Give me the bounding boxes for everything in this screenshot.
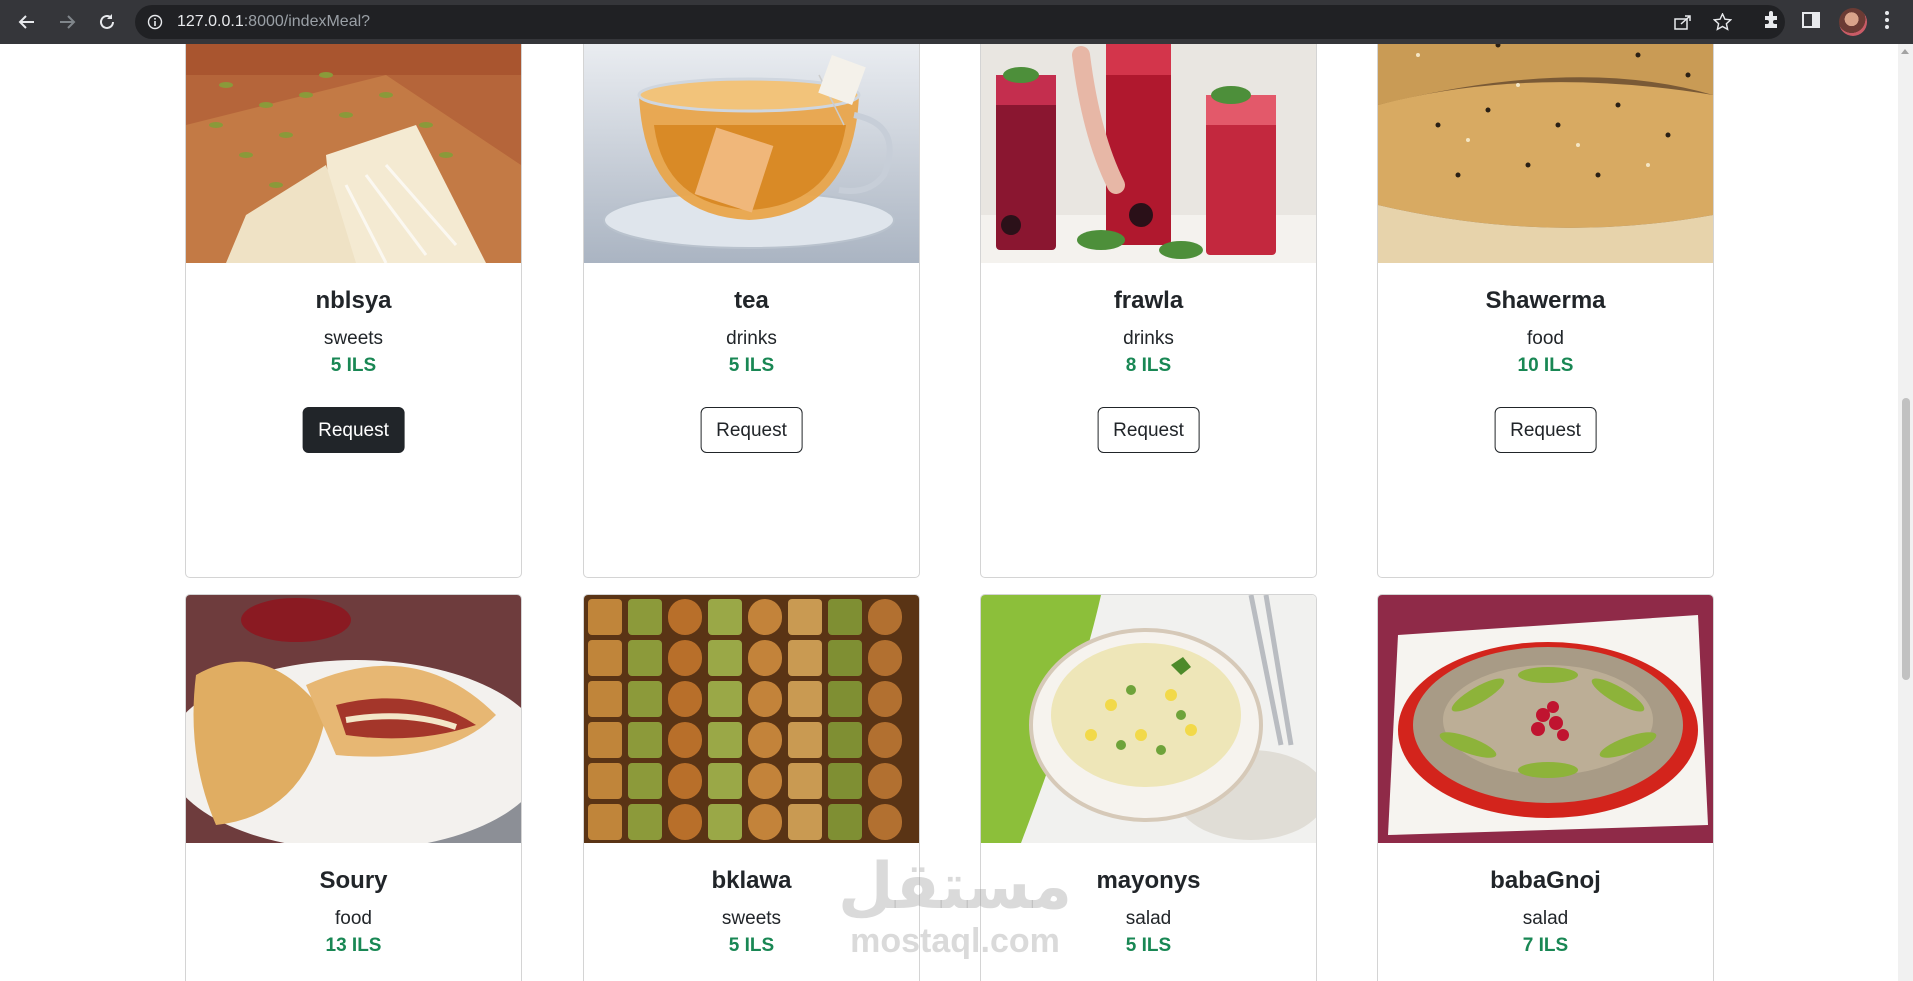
tea-cup-photo: [584, 44, 919, 263]
meal-price: 5 ILS: [728, 355, 775, 376]
back-icon[interactable]: [12, 7, 42, 37]
url-path: :8000/indexMeal?: [243, 13, 371, 30]
url-host: 127.0.0.1: [177, 13, 244, 30]
knafeh-photo: [186, 44, 521, 263]
profile-avatar[interactable]: [1839, 8, 1867, 36]
meal-name: nblsya: [315, 287, 392, 314]
meal-category: food: [335, 908, 372, 929]
meal-category: food: [1527, 328, 1564, 349]
meal-price: 5 ILS: [728, 935, 775, 956]
browser-toolbar: 127.0.0.1:8000/indexMeal?: [0, 0, 1913, 44]
meal-name: frawla: [1113, 287, 1184, 314]
meal-price: 13 ILS: [325, 935, 382, 956]
meal-card: tea drinks 5 ILS Request: [583, 44, 920, 578]
request-button[interactable]: Request: [1494, 407, 1597, 453]
meal-card: nblsya sweets 5 ILS Request: [185, 44, 522, 578]
url-text[interactable]: 127.0.0.1:8000/indexMeal?: [177, 13, 370, 31]
extensions-icon[interactable]: [1761, 10, 1781, 35]
meal-price: 8 ILS: [1125, 355, 1172, 376]
request-button[interactable]: Request: [302, 407, 405, 453]
meal-card: bklawa sweets 5 ILS: [583, 594, 920, 981]
bookmark-star-icon[interactable]: [1712, 12, 1733, 36]
baklava-photo: [584, 595, 919, 843]
site-info-icon[interactable]: [147, 14, 163, 35]
request-button[interactable]: Request: [700, 407, 803, 453]
meal-price: 10 ILS: [1517, 355, 1574, 376]
potato-salad-photo: [981, 595, 1316, 843]
meal-category: sweets: [323, 328, 384, 349]
menu-dots-icon[interactable]: [1884, 10, 1890, 35]
address-bar[interactable]: 127.0.0.1:8000/indexMeal?: [135, 5, 1785, 39]
meal-price: 5 ILS: [330, 355, 377, 376]
meal-price: 5 ILS: [1125, 935, 1172, 956]
meal-category: drinks: [726, 328, 777, 349]
meal-card: Soury food 13 ILS: [185, 594, 522, 981]
meal-name: babaGnoj: [1490, 867, 1601, 894]
red-drinks-photo: [981, 44, 1316, 263]
meal-category: salad: [1125, 908, 1172, 929]
meal-name: bklawa: [711, 867, 792, 894]
meal-name: tea: [734, 287, 769, 314]
meal-price: 7 ILS: [1522, 935, 1569, 956]
meal-category: sweets: [721, 908, 782, 929]
bread-photo: [1378, 44, 1713, 263]
scroll-up-arrow-icon[interactable]: [1901, 49, 1909, 54]
request-button[interactable]: Request: [1097, 407, 1200, 453]
reload-icon[interactable]: [92, 7, 122, 37]
calzone-photo: [186, 595, 521, 843]
meal-category: drinks: [1123, 328, 1174, 349]
share-icon[interactable]: [1673, 13, 1693, 36]
meal-card: Shawerma food 10 ILS Request: [1377, 44, 1714, 578]
scrollbar-thumb[interactable]: [1902, 398, 1910, 680]
meal-card: babaGnoj salad 7 ILS: [1377, 594, 1714, 981]
forward-icon[interactable]: [52, 7, 82, 37]
meal-card: frawla drinks 8 ILS Request: [980, 44, 1317, 578]
meal-name: Soury: [319, 867, 388, 894]
side-panel-icon[interactable]: [1801, 10, 1821, 35]
meal-card: mayonys salad 5 ILS: [980, 594, 1317, 981]
meal-name: Shawerma: [1485, 287, 1606, 314]
page-viewport: nblsya sweets 5 ILS Request tea drinks 5…: [0, 44, 1898, 981]
meal-name: mayonys: [1096, 867, 1201, 894]
meal-category: salad: [1522, 908, 1569, 929]
baba-ghanoush-photo: [1378, 595, 1713, 843]
